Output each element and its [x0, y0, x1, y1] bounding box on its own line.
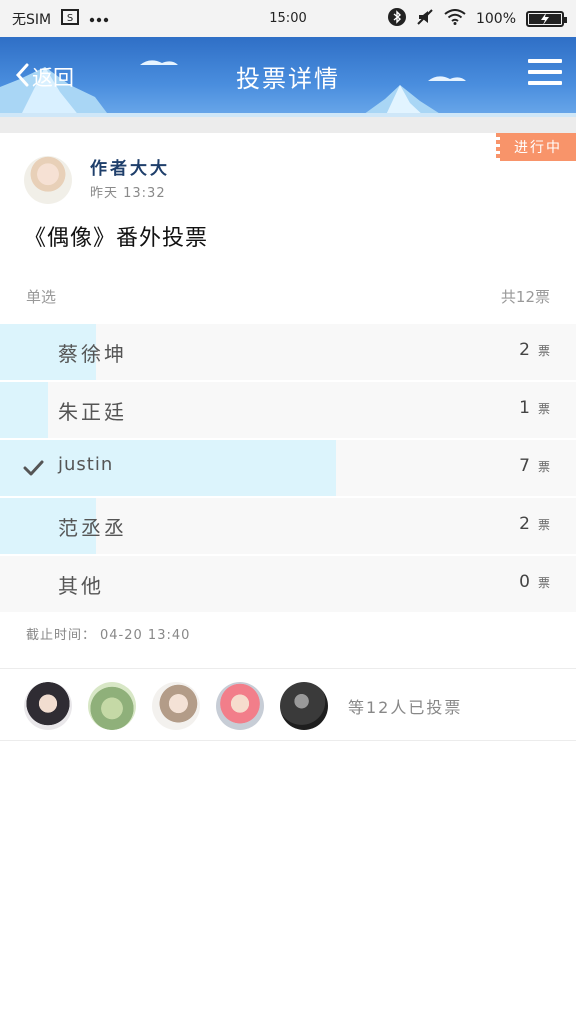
vote-count: 2: [519, 340, 530, 360]
status-bar-left: 无SIM S: [12, 8, 109, 29]
menu-icon-line: [528, 81, 562, 85]
deadline-value: 04-20 13:40: [100, 628, 191, 643]
poll-option[interactable]: 朱正廷 1票: [0, 382, 576, 438]
more-dots-icon: [89, 11, 109, 27]
back-label: 返回: [32, 66, 74, 90]
carrier-label: 无SIM: [12, 11, 52, 28]
poll-options: 蔡徐坤 2票 朱正廷 1票 justin 7票 范丞丞 2票 其他 0票: [0, 324, 576, 614]
deadline-label: 截止时间：: [26, 628, 97, 643]
screenshot-icon: S: [61, 8, 80, 29]
option-count: 7票: [519, 456, 550, 476]
voters-summary[interactable]: 等12人已投票: [348, 694, 462, 718]
author-name[interactable]: 作者大大: [90, 154, 170, 179]
poll-meta: 单选 共12票: [26, 286, 550, 307]
vote-count: 0: [519, 572, 530, 592]
vote-unit: 票: [537, 518, 550, 532]
vote-unit: 票: [537, 460, 550, 474]
author-post-time: 昨天 13:32: [90, 186, 166, 201]
option-label: 其他: [58, 574, 104, 598]
poll-title: 《偶像》番外投票: [24, 226, 209, 251]
chevron-left-icon: [14, 63, 30, 92]
vote-count: 2: [519, 514, 530, 534]
bluetooth-icon: [387, 7, 406, 30]
divider: [0, 740, 576, 741]
battery-icon: [526, 10, 567, 27]
option-count: 2票: [519, 514, 550, 534]
status-bar-right: 100%: [387, 7, 567, 30]
option-label: 朱正廷: [58, 400, 127, 424]
back-button[interactable]: 返回: [14, 57, 74, 97]
option-label: justin: [58, 454, 114, 475]
wifi-icon: [444, 8, 466, 29]
battery-percent: 100%: [475, 10, 516, 27]
vote-unit: 票: [537, 402, 550, 416]
voters-row[interactable]: 等12人已投票: [24, 682, 462, 730]
divider: [0, 668, 576, 669]
header-scenery-illustration: [0, 60, 576, 117]
option-count: 2票: [519, 340, 550, 360]
poll-total-votes: 共12票: [500, 288, 550, 306]
app-header: 返回 投票详情: [0, 37, 576, 117]
option-label: 蔡徐坤: [58, 342, 127, 366]
poll-deadline: 截止时间： 04-20 13:40: [26, 624, 190, 643]
mute-icon: [416, 8, 434, 30]
vote-unit: 票: [537, 344, 550, 358]
menu-icon-line: [528, 70, 562, 74]
poll-option[interactable]: 范丞丞 2票: [0, 498, 576, 554]
poll-option[interactable]: 蔡徐坤 2票: [0, 324, 576, 380]
poll-option-selected[interactable]: justin 7票: [0, 440, 576, 496]
voter-avatar[interactable]: [24, 682, 72, 730]
poll-mode: 单选: [26, 288, 57, 306]
status-bar: 无SIM S 15:00 100%: [0, 0, 576, 37]
menu-icon-line: [528, 59, 562, 63]
voter-avatar[interactable]: [280, 682, 328, 730]
option-count: 1票: [519, 398, 550, 418]
option-count: 0票: [519, 572, 550, 592]
vote-share-bar: [0, 440, 336, 496]
section-gap: [0, 117, 576, 133]
voter-avatar[interactable]: [88, 682, 136, 730]
svg-text:S: S: [67, 13, 73, 24]
vote-count: 1: [519, 398, 530, 418]
option-label: 范丞丞: [58, 516, 127, 540]
author-avatar[interactable]: [24, 156, 72, 204]
poll-option[interactable]: 其他 0票: [0, 556, 576, 612]
vote-count: 7: [519, 456, 530, 476]
status-badge: 进行中: [496, 133, 576, 161]
menu-button[interactable]: [528, 59, 562, 93]
vote-share-bar: [0, 382, 48, 438]
voter-avatar[interactable]: [152, 682, 200, 730]
checkmark-icon: [22, 457, 44, 479]
voter-avatar[interactable]: [216, 682, 264, 730]
vote-unit: 票: [537, 576, 550, 590]
